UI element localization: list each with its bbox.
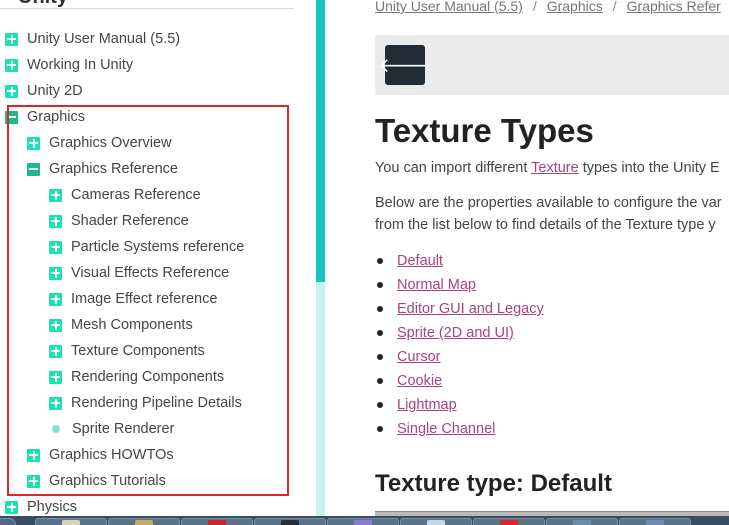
page-title: Texture Types — [375, 112, 594, 149]
breadcrumb-link-graphics-reference[interactable]: Graphics Refer — [627, 0, 721, 14]
list-item: Editor GUI and Legacy — [375, 297, 544, 321]
expand-plus-icon[interactable] — [5, 500, 18, 514]
app-icon — [500, 520, 518, 525]
sidebar-scrollbar-thumb[interactable] — [316, 0, 325, 282]
back-button[interactable]: 🡐 — [378, 45, 432, 85]
breadcrumb: Unity User Manual (5.5) / Graphics / Graphic… — [375, 0, 721, 14]
description-paragraph: Below are the properties available to co… — [375, 192, 722, 236]
texture-type-link-editor-gui[interactable]: Editor GUI and Legacy — [397, 301, 544, 317]
tree-item-working-in-unity[interactable]: Working In Unity — [5, 52, 133, 78]
app-icon — [62, 520, 80, 525]
tree-item-label[interactable]: Working In Unity — [27, 57, 133, 73]
list-item: Sprite (2D and UI) — [375, 321, 544, 345]
texture-link[interactable]: Texture — [531, 160, 579, 176]
breadcrumb-link-graphics[interactable]: Graphics — [547, 0, 603, 14]
windows-taskbar — [0, 516, 729, 525]
app-icon — [281, 520, 299, 525]
page-nav-bar: 🡐 — [375, 35, 729, 95]
taskbar-app-button[interactable] — [181, 518, 253, 525]
tree-item-unity-user-manual[interactable]: Unity User Manual (5.5) — [5, 26, 180, 52]
sidebar: Unity Unity User Manual (5.5) Working In… — [0, 0, 316, 525]
bullet-icon — [377, 258, 383, 264]
list-item: Cursor — [375, 345, 544, 369]
bullet-icon — [377, 306, 383, 312]
breadcrumb-link-manual[interactable]: Unity User Manual (5.5) — [375, 0, 523, 14]
tree-item-label[interactable]: Unity 2D — [27, 83, 83, 99]
expand-plus-icon[interactable] — [5, 32, 18, 46]
app-icon — [646, 520, 664, 525]
intro-text-before: You can import different — [375, 160, 532, 176]
app-icon — [354, 520, 372, 525]
tree-item-label[interactable]: Physics — [27, 499, 77, 515]
list-item: Cookie — [375, 369, 544, 393]
app-icon — [573, 520, 591, 525]
folder-icon — [135, 520, 153, 525]
list-item: Default — [375, 249, 544, 273]
texture-type-list: Default Normal Map Editor GUI and Legacy… — [375, 249, 544, 441]
selection-highlight-box — [7, 105, 289, 496]
start-button[interactable] — [0, 518, 16, 525]
app-icon — [208, 520, 226, 525]
taskbar-app-button[interactable] — [108, 518, 180, 525]
breadcrumb-separator: / — [612, 0, 617, 14]
description-line-2: from the list below to find details of t… — [375, 217, 716, 233]
texture-type-link-cursor[interactable]: Cursor — [397, 349, 441, 365]
bullet-icon — [377, 282, 383, 288]
bullet-icon — [377, 330, 383, 336]
sidebar-divider — [0, 8, 294, 9]
taskbar-app-button[interactable] — [327, 518, 399, 525]
taskbar-app-button[interactable] — [473, 518, 545, 525]
taskbar-app-button[interactable] — [400, 518, 472, 525]
app-icon — [427, 520, 445, 525]
intro-paragraph: You can import different Texture types i… — [375, 157, 720, 179]
bullet-icon — [377, 378, 383, 384]
texture-type-link-sprite[interactable]: Sprite (2D and UI) — [397, 325, 514, 341]
taskbar-app-button[interactable] — [35, 518, 107, 525]
list-item: Normal Map — [375, 273, 544, 297]
list-item: Lightmap — [375, 393, 544, 417]
texture-type-link-normal-map[interactable]: Normal Map — [397, 277, 476, 293]
taskbar-app-button[interactable] — [546, 518, 618, 525]
texture-type-link-cookie[interactable]: Cookie — [397, 373, 442, 389]
expand-plus-icon[interactable] — [5, 84, 18, 98]
taskbar-app-button[interactable] — [254, 518, 326, 525]
list-item: Single Channel — [375, 417, 544, 441]
texture-type-link-single-channel[interactable]: Single Channel — [397, 421, 495, 437]
breadcrumb-separator: / — [532, 0, 537, 14]
main-content: Unity User Manual (5.5) / Graphics / Graphic… — [325, 0, 729, 525]
tree-item-label[interactable]: Unity User Manual (5.5) — [27, 31, 180, 47]
tree-item-unity-2d[interactable]: Unity 2D — [5, 78, 83, 104]
section-heading: Texture type: Default — [375, 470, 612, 497]
expand-plus-icon[interactable] — [5, 58, 18, 72]
bullet-icon — [377, 426, 383, 432]
description-line-1: Below are the properties available to co… — [375, 195, 722, 211]
taskbar-app-button[interactable] — [619, 518, 691, 525]
bullet-icon — [377, 402, 383, 408]
arrow-left-icon: 🡐 — [378, 53, 432, 77]
bullet-icon — [377, 354, 383, 360]
texture-type-link-lightmap[interactable]: Lightmap — [397, 397, 457, 413]
texture-type-link-default[interactable]: Default — [397, 253, 443, 269]
intro-text-after: types into the Unity E — [578, 160, 720, 176]
